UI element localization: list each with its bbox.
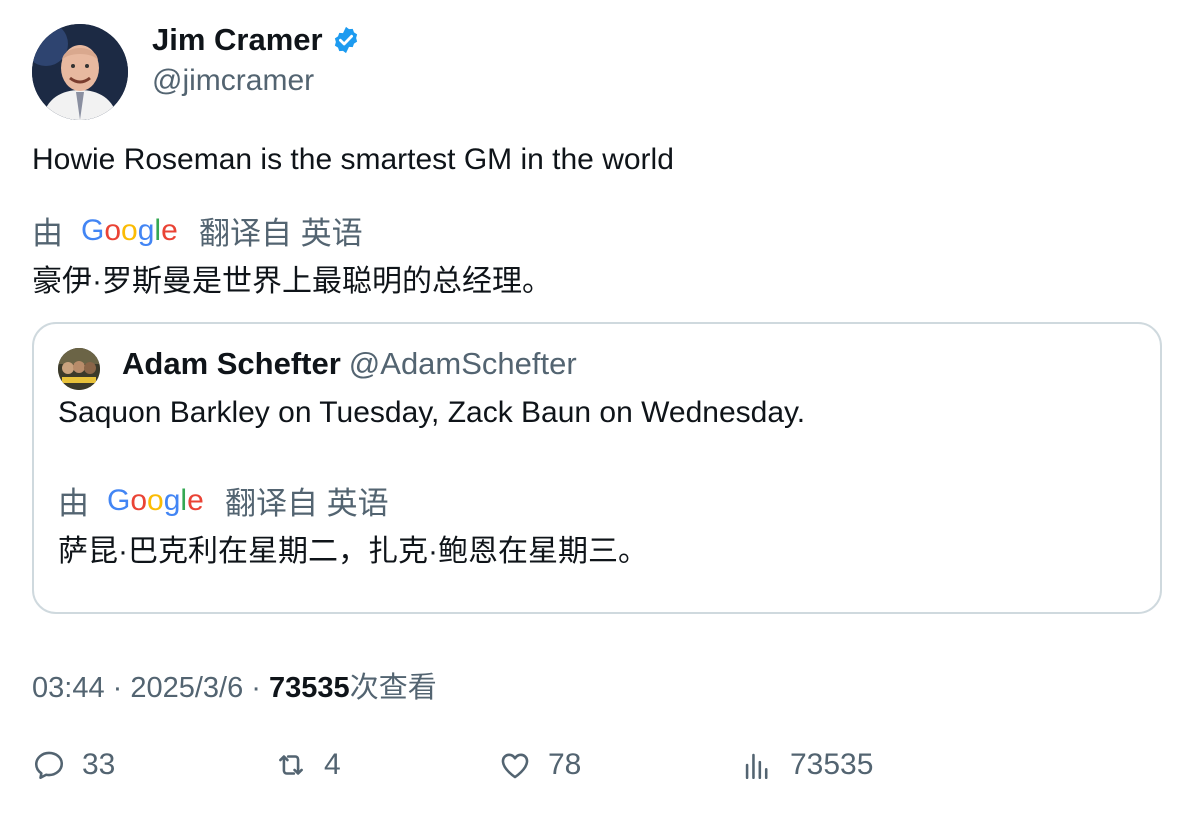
reply-icon [34,751,64,780]
heart-icon [501,753,529,779]
views-label: 次查看 [349,672,437,704]
quote-header: Adam Schefter @AdamSchefter [122,346,577,382]
like-count: 78 [548,748,582,781]
author-display-name[interactable]: Jim Cramer [152,22,323,58]
translate-suffix: 翻译自 英语 [199,216,363,251]
quote-translated-text: 萨昆·巴克利在星期二，扎克·鲍恩在星期三。 [58,535,648,568]
author-handle[interactable]: @jimcramer [152,64,314,98]
author-name-row: Jim Cramer [152,22,361,58]
quote-tweet-card[interactable]: Adam Schefter @AdamSchefter Saquon Barkle… [32,322,1162,614]
translation-attribution: 由 Google 翻译自 英语 [32,208,363,253]
views-action-count: 73535 [790,748,874,781]
meta-separator: · [104,672,131,704]
author-avatar[interactable] [32,24,128,120]
quote-author-handle[interactable]: @AdamSchefter [349,346,577,381]
reply-count: 33 [82,748,116,781]
retweet-icon [279,755,303,775]
svg-text:Google: Google [107,484,204,517]
svg-text:Google: Google [81,214,178,247]
views-button[interactable]: 73535 [740,748,873,782]
quote-translation-attribution: 由 Google 翻译自 英语 [58,478,389,523]
translate-prefix: 由 [58,486,89,521]
like-button[interactable]: 78 [498,748,581,782]
meta-separator: · [243,672,270,704]
verified-badge-icon [334,26,357,54]
google-logo-icon: Google [81,214,178,247]
tweet-meta: 03:44 · 2025/3/6 · 73535次查看 [32,664,437,706]
retweet-button[interactable]: 4 [274,748,341,782]
google-logo-icon: Google [107,484,204,517]
avatar-photo-icon [58,348,100,390]
avatar-photo-icon [32,24,128,120]
tweet-text: Howie Roseman is the smartest GM in the … [32,143,674,176]
views-count: 73535 [269,672,350,704]
quote-author-avatar[interactable] [58,348,100,390]
translated-text: 豪伊·罗斯曼是世界上最聪明的总经理。 [32,265,552,298]
quote-author-name[interactable]: Adam Schefter [122,346,341,381]
bar-chart-icon [745,753,768,780]
translate-suffix: 翻译自 英语 [225,486,389,521]
reply-button[interactable]: 33 [32,748,115,782]
retweet-count: 4 [324,748,341,781]
tweet-time[interactable]: 03:44 [32,672,105,704]
tweet-date[interactable]: 2025/3/6 [130,672,243,704]
quote-text: Saquon Barkley on Tuesday, Zack Baun on … [58,396,806,429]
translate-prefix: 由 [32,216,63,251]
